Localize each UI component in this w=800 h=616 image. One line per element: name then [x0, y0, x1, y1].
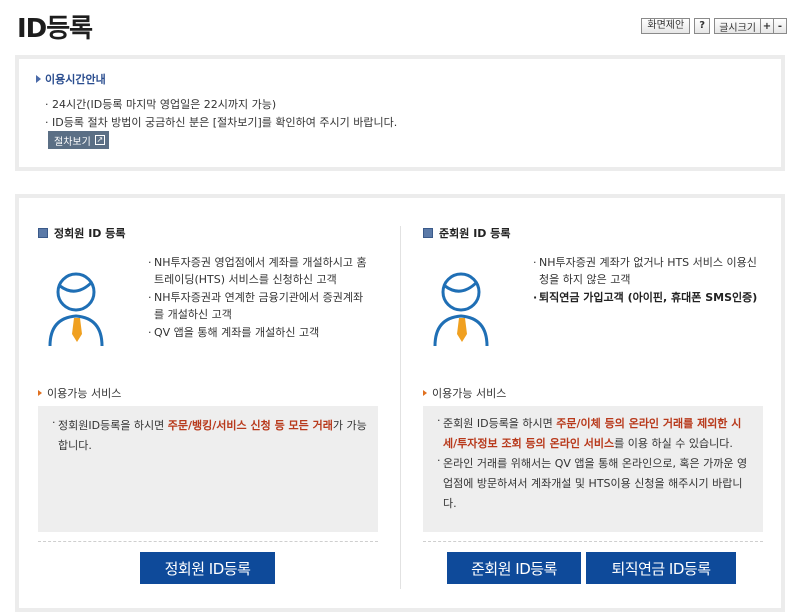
user-avatar-icon [433, 272, 489, 347]
regular-service-label-text: 이용가능 서비스 [47, 387, 122, 400]
associate-service1-post: 를 이용 하실 수 있습니다. [614, 437, 733, 450]
triangle-right-icon [36, 75, 41, 83]
help-button[interactable]: ? [694, 18, 711, 34]
associate-id-register-button[interactable]: 준회원 ID등록 [447, 552, 581, 584]
associate-description: NH투자증권 계좌가 없거나 HTS 서비스 이용신청을 하지 않은 고객 퇴직… [533, 254, 758, 307]
suggest-button[interactable]: 화면제안 [641, 18, 691, 34]
associate-separator [423, 541, 763, 542]
notice-title: 이용시간안내 [36, 71, 106, 87]
associate-service1-pre: 준회원 ID등록을 하시면 [443, 417, 557, 430]
popup-arrow-icon: ↗ [94, 135, 105, 145]
associate-desc-1: NH투자증권 계좌가 없거나 HTS 서비스 이용신청을 하지 않은 고객 [533, 254, 758, 288]
regular-service-emphasis: 주문/뱅킹/서비스 신청 등 모든 거래 [167, 419, 333, 432]
procedure-button[interactable]: 절차보기 ↗ [48, 131, 109, 149]
font-size-control: 글시크기 + - [714, 18, 787, 34]
square-bullet-icon [38, 228, 48, 238]
notice-box: 이용시간안내 · 24시간(ID등록 마지막 영업일은 22시까지 가능) · … [15, 55, 785, 171]
associate-desc-2: 퇴직연금 가입고객 (아이핀, 휴대폰 SMS인증) [533, 289, 758, 306]
font-increase-button[interactable]: + [760, 19, 773, 33]
associate-title-text: 준회원 ID 등록 [439, 227, 511, 240]
regular-service-box: 정회원ID등록을 하시면 주문/뱅킹/서비스 신청 등 모든 거래가 가능합니다… [38, 406, 378, 532]
pension-id-register-button[interactable]: 퇴직연금 ID등록 [586, 552, 736, 584]
square-bullet-icon [423, 228, 433, 238]
regular-service-text: 정회원ID등록을 하시면 주문/뱅킹/서비스 신청 등 모든 거래가 가능합니다… [52, 413, 368, 456]
font-decrease-button[interactable]: - [773, 19, 786, 33]
associate-service-label-text: 이용가능 서비스 [432, 387, 507, 400]
regular-member-section: 정회원 ID 등록 NH투자증권 영업점에서 계좌를 개설하시고 홈트레이딩(H… [38, 198, 380, 608]
top-toolbar: 화면제안 ? 글시크기 + - [641, 18, 787, 34]
font-size-label: 글시크기 [719, 22, 756, 34]
regular-service-pre: 정회원ID등록을 하시면 [58, 419, 168, 432]
associate-member-section: 준회원 ID 등록 NH투자증권 계좌가 없거나 HTS 서비스 이용신청을 하… [423, 198, 765, 608]
registration-panel: 정회원 ID 등록 NH투자증권 영업점에서 계좌를 개설하시고 홈트레이딩(H… [15, 194, 785, 612]
orange-arrow-icon [38, 390, 42, 396]
notice-title-text: 이용시간안내 [45, 73, 106, 86]
regular-separator [38, 541, 378, 542]
orange-arrow-icon [423, 390, 427, 396]
regular-description: NH투자증권 영업점에서 계좌를 개설하시고 홈트레이딩(HTS) 서비스를 신… [148, 254, 373, 342]
associate-section-title: 준회원 ID 등록 [423, 225, 510, 241]
regular-desc-2: NH투자증권과 연계한 금융기관에서 증권계좌를 개설하신 고객 [148, 289, 373, 323]
regular-title-text: 정회원 ID 등록 [54, 227, 126, 240]
associate-service-label: 이용가능 서비스 [423, 385, 506, 401]
regular-section-title: 정회원 ID 등록 [38, 225, 125, 241]
regular-desc-3: QV 앱을 통해 계좌를 개설하신 고객 [148, 324, 373, 341]
user-avatar-icon [48, 272, 104, 347]
notice-line-procedure: · ID등록 절차 방법이 궁금하신 분은 [절차보기]를 확인하여 주시기 바… [45, 116, 398, 129]
associate-service-text-1: 준회원 ID등록을 하시면 주문/이체 등의 온라인 거래를 제외한 시세/투자… [437, 411, 753, 454]
page-title: ID등록 [17, 14, 93, 44]
procedure-button-label: 절차보기 [54, 136, 91, 148]
associate-service-text-2: 온라인 거래를 위해서는 QV 앱을 통해 온라인으로, 혹은 가까운 영업점에… [437, 451, 753, 514]
associate-service-box: 준회원 ID등록을 하시면 주문/이체 등의 온라인 거래를 제외한 시세/투자… [423, 406, 763, 532]
regular-desc-1: NH투자증권 영업점에서 계좌를 개설하시고 홈트레이딩(HTS) 서비스를 신… [148, 254, 373, 288]
column-divider [400, 226, 401, 589]
notice-line-hours: · 24시간(ID등록 마지막 영업일은 22시까지 가능) [45, 98, 277, 111]
regular-service-label: 이용가능 서비스 [38, 385, 121, 401]
regular-id-register-button[interactable]: 정회원 ID등록 [140, 552, 275, 584]
